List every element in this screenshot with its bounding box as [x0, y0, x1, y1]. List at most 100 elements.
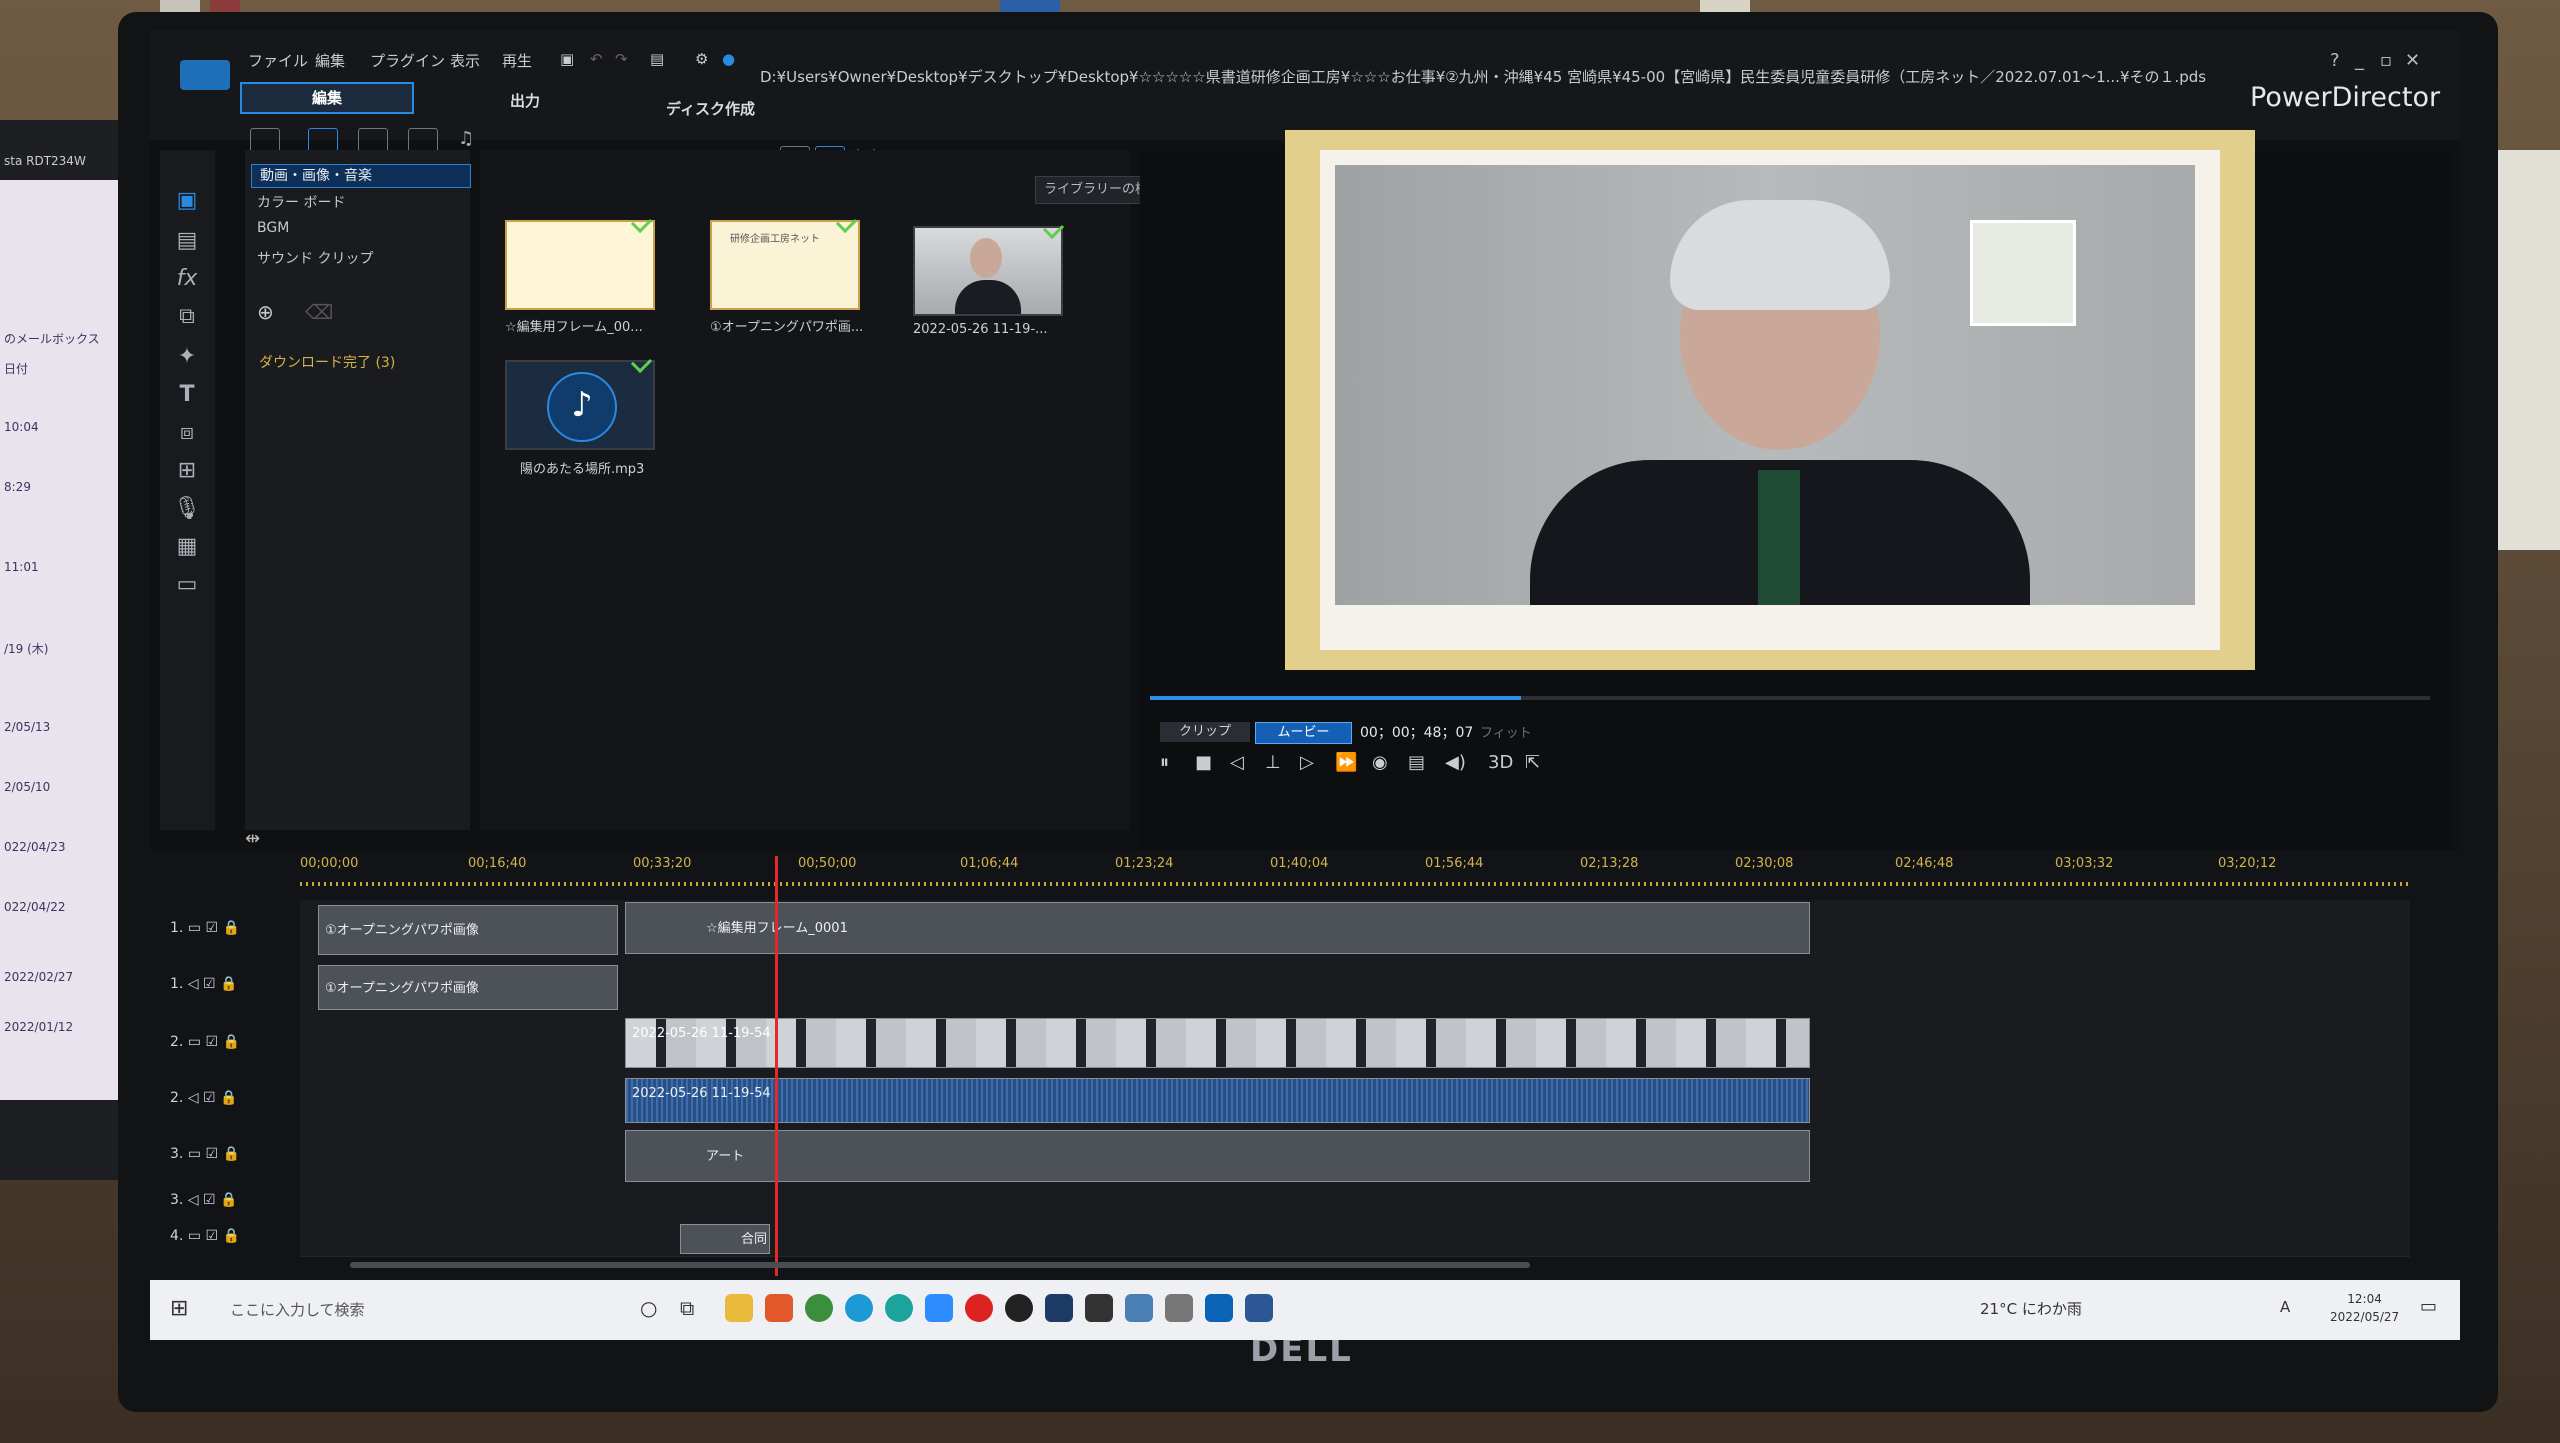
menu-plugin[interactable]: プラグイン	[370, 50, 445, 71]
app-icon[interactable]	[1005, 1294, 1033, 1322]
media-filter-audio-icon[interactable]: ♫	[458, 128, 486, 150]
effect-room-icon[interactable]: fx	[172, 264, 202, 294]
subtitle-room-icon[interactable]: ▭	[172, 570, 202, 600]
app-icon[interactable]	[1085, 1294, 1113, 1322]
windows-start-icon[interactable]: ⊞	[170, 1296, 188, 1321]
menu-edit[interactable]: 編集	[315, 50, 345, 71]
redo-icon[interactable]: ↷	[615, 50, 628, 68]
snapshot-icon[interactable]: ◉	[1372, 752, 1388, 773]
media-filter-all-icon[interactable]	[308, 128, 338, 152]
track-header-audio-2[interactable]: 2. ◁ ☑ 🔒	[170, 1090, 237, 1106]
photos-icon[interactable]	[1125, 1294, 1153, 1322]
category-bgm[interactable]: BGM	[257, 220, 289, 236]
media-filter-image-icon[interactable]	[408, 128, 438, 152]
movie-mode-button[interactable]: ムービー	[1255, 722, 1352, 744]
outlook-icon[interactable]	[1205, 1294, 1233, 1322]
clip-audio-main[interactable]: 2022-05-26 11-19-54	[625, 1078, 1810, 1123]
word-icon[interactable]	[1245, 1294, 1273, 1322]
firefox-icon[interactable]	[765, 1294, 793, 1322]
import-icon[interactable]	[250, 128, 280, 152]
resolution-icon[interactable]: ▤	[650, 50, 664, 68]
undo-icon[interactable]: ↶	[590, 50, 603, 68]
library-thumb-opening[interactable]: 研修企画工房ネット	[710, 220, 860, 310]
clip-mode-button[interactable]: クリップ	[1160, 722, 1250, 742]
track-header-video-2[interactable]: 2. ▭ ☑ 🔒	[170, 1034, 240, 1050]
tab-edit[interactable]: 編集	[240, 82, 414, 114]
cortana-icon[interactable]: ○	[640, 1296, 657, 1320]
playhead[interactable]	[775, 856, 778, 1276]
chapter-room-icon[interactable]: ▦	[172, 532, 202, 562]
category-media[interactable]: 動画・画像・音楽	[251, 164, 471, 188]
zoom-icon[interactable]	[925, 1294, 953, 1322]
split-icon[interactable]: ⊥	[1265, 752, 1281, 773]
account-icon[interactable]: ●	[722, 50, 735, 68]
next-frame-icon[interactable]: ▷	[1300, 752, 1314, 773]
skype-icon[interactable]	[845, 1294, 873, 1322]
taskbar-search-input[interactable]: ここに入力して検索	[220, 1294, 630, 1326]
notification-icon[interactable]: ▭	[2420, 1296, 2437, 1317]
add-tag-icon[interactable]: ⊕	[257, 300, 274, 324]
edge-icon[interactable]	[885, 1294, 913, 1322]
help-icon[interactable]: ?	[2330, 50, 2340, 71]
clip-art[interactable]: アート	[625, 1130, 1810, 1182]
library-thumb-video[interactable]	[913, 226, 1063, 316]
clip-frame[interactable]: ☆編集用フレーム_0001	[625, 902, 1810, 954]
category-sound-clip[interactable]: サウンド クリップ	[257, 248, 373, 268]
tab-disc[interactable]: ディスク作成	[666, 98, 755, 119]
fit-timeline-icon[interactable]: ⇹	[245, 828, 260, 849]
track-header-video-4[interactable]: 4. ▭ ☑ 🔒	[170, 1228, 240, 1244]
prev-frame-icon[interactable]: ◁	[1230, 752, 1244, 773]
task-view-icon[interactable]: ⧉	[680, 1296, 694, 1320]
library-thumb-music[interactable]: ♪	[505, 360, 655, 450]
particle-room-icon[interactable]: ✦	[172, 342, 202, 372]
voiceover-icon[interactable]: 🎙	[172, 494, 202, 524]
close-icon[interactable]: ✕	[2405, 50, 2420, 71]
media-room-icon[interactable]: ▣	[172, 186, 202, 216]
explorer-icon[interactable]	[725, 1294, 753, 1322]
save-icon[interactable]: ▣	[560, 50, 574, 68]
audio-mixing-icon[interactable]: ⊞	[172, 456, 202, 486]
undock-icon[interactable]: ⇱	[1525, 752, 1540, 773]
ime-indicator[interactable]: A	[2280, 1298, 2290, 1316]
minimize-icon[interactable]: _	[2355, 50, 2364, 71]
clip-opening-audio[interactable]: ①オープニングパワポ画像	[318, 965, 618, 1010]
template-room-icon[interactable]: ▤	[172, 226, 202, 256]
clip-opening-video[interactable]: ①オープニングパワポ画像	[318, 905, 618, 955]
menu-playback[interactable]: 再生	[502, 50, 532, 71]
track-header-video-3[interactable]: 3. ▭ ☑ 🔒	[170, 1146, 240, 1162]
fast-forward-icon[interactable]: ⏩	[1335, 752, 1357, 773]
timecode[interactable]: 00；00；48；07	[1360, 722, 1473, 742]
pip-room-icon[interactable]: ⧉	[172, 302, 202, 332]
fit-select[interactable]: フィット	[1480, 722, 1532, 741]
clip-video-main[interactable]: 2022-05-26 11-19-54	[625, 1018, 1810, 1068]
category-color-board[interactable]: カラー ボード	[257, 192, 345, 212]
media-filter-video-icon[interactable]	[358, 128, 388, 152]
camera-icon[interactable]	[1165, 1294, 1193, 1322]
preview-seek-track[interactable]	[1521, 696, 2430, 700]
clock[interactable]: 12:04 2022/05/27	[2330, 1290, 2399, 1326]
track-header-audio-1[interactable]: 1. ◁ ☑ 🔒	[170, 976, 237, 992]
record-icon[interactable]	[965, 1294, 993, 1322]
restore-icon[interactable]: ▫	[2380, 50, 2392, 71]
library-thumb-frame[interactable]	[505, 220, 655, 310]
preview-seek-progress[interactable]	[1150, 696, 1521, 700]
stop-icon[interactable]: ■	[1195, 752, 1212, 773]
delete-tag-icon[interactable]: ⌫	[305, 300, 333, 324]
transition-room-icon[interactable]: ⧈	[172, 418, 202, 448]
pause-icon[interactable]: ⏸	[1160, 752, 1169, 773]
tab-output[interactable]: 出力	[510, 90, 540, 111]
download-complete[interactable]: ダウンロード完了 (3)	[259, 352, 395, 372]
clip-caption[interactable]: 合同	[680, 1224, 770, 1254]
three-d-toggle[interactable]: 3D	[1488, 752, 1513, 773]
menu-file[interactable]: ファイル	[248, 50, 308, 71]
track-header-audio-3[interactable]: 3. ◁ ☑ 🔒	[170, 1192, 237, 1208]
volume-icon[interactable]: ◀)	[1445, 752, 1466, 773]
weather[interactable]: 21°C にわか雨	[1980, 1298, 2082, 1319]
chrome-icon[interactable]	[805, 1294, 833, 1322]
powerdirector-icon[interactable]	[1045, 1294, 1073, 1322]
timeline-scrollbar[interactable]	[350, 1262, 1530, 1268]
gear-icon[interactable]: ⚙	[695, 50, 708, 68]
title-room-icon[interactable]: T	[172, 380, 202, 410]
subtitle-icon[interactable]: ▤	[1408, 752, 1425, 773]
track-header-video-1[interactable]: 1. ▭ ☑ 🔒	[170, 920, 240, 936]
